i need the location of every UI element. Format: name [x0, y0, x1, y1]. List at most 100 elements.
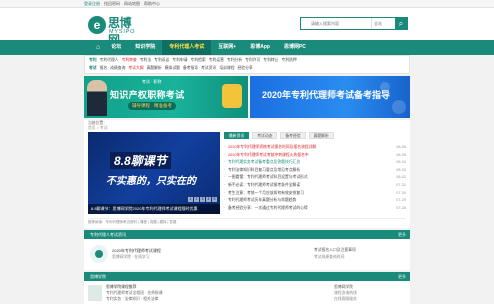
nav-item[interactable]: 互联网+ — [211, 40, 243, 55]
news-date: 08-03 — [396, 167, 406, 172]
nav-item[interactable]: 思博网PC — [277, 40, 313, 55]
slider-caption: 8.8聊课节：思博网学院2020年专利代理师考试课程限时优惠 — [88, 204, 220, 214]
subnav-link[interactable]: 经验分享 — [238, 66, 253, 71]
subnav-row-exam: 考试 报名 成绩查询 考试大纲 真题解析 模拟试题 备考指导 考试资讯 培训课程 经验分享 — [89, 66, 253, 71]
subnav-category[interactable]: 考试 — [89, 66, 97, 71]
top-link[interactable]: 登录注册 — [84, 1, 100, 6]
news-title[interactable]: 2020年专利代理师考试考前冲刺课程火热报名中 — [228, 152, 394, 160]
list-item[interactable]: 在线客服服务 — [334, 297, 357, 302]
list-item[interactable]: 考试报名入口及注意事项 — [314, 248, 356, 253]
site-logo[interactable]: e 思博网 MYSIPO — [88, 14, 140, 47]
slider-slogan: 不实惠的，只实在的 — [106, 176, 196, 187]
logo-mark-icon: e — [88, 16, 106, 34]
news-title[interactable]: 考生注意：考前一个月应该如何有效安排复习 — [228, 190, 394, 198]
subnav-link[interactable]: 考试资讯 — [201, 66, 216, 71]
search-input[interactable] — [301, 18, 371, 29]
banner-patent-agent-guide[interactable]: 2020年专利代理师考试备考指导 — [250, 76, 410, 118]
slider-page-button[interactable]: 1 — [188, 197, 193, 202]
subnav-link[interactable]: 模拟试题 — [165, 66, 180, 71]
section-academy: 思博学院 更多 思博学院课程推荐 专利代理师考试全程班 · 名师授课 专利实务 … — [84, 272, 410, 304]
news-title[interactable]: 备考经验分享：一次通过专利代理师考试的心得 — [228, 205, 394, 213]
list-item[interactable]: 思博学院课程推荐 — [106, 285, 136, 290]
nav-items: ⌂ 论坛 知识学院 专利代理人考试 互联网+ 思博App 思博网PC — [92, 40, 313, 55]
top-link[interactable]: 找回密码 — [104, 1, 120, 6]
subnav-link[interactable]: 真题解析 — [147, 66, 162, 71]
list-item[interactable]: 课程咨询热线 — [334, 291, 357, 296]
news-title[interactable]: 新手必读：专利代理师考试报考条件全解读 — [228, 182, 394, 190]
nav-item[interactable]: 思博App — [243, 40, 277, 55]
list-item[interactable]: 专利实务 · 法律知识 · 相关法律 — [106, 297, 158, 302]
subnav-link[interactable]: 专利检索 — [191, 58, 206, 63]
top-link[interactable]: 帮助中心 — [144, 1, 160, 6]
slider-page-button[interactable]: 4 — [206, 197, 211, 202]
news-item[interactable]: · 专利代理师考试历年真题分析与命题趋势 07-29 — [224, 197, 406, 205]
home-icon[interactable]: ⌂ — [92, 40, 104, 55]
banner-person-image — [87, 80, 107, 116]
slider-page-button[interactable]: 3 — [200, 197, 205, 202]
subnav-link[interactable]: 考试大纲 — [128, 66, 143, 71]
more-link[interactable]: 更多 — [398, 272, 406, 281]
news-title[interactable]: 2020年专利代理师资格考试报名时间及报名流程详解 — [228, 144, 394, 152]
news-title[interactable]: 专利代理实务考试备考重点及答题技巧汇总 — [228, 159, 394, 167]
subnav-category[interactable]: 专利 — [89, 58, 97, 63]
list-item[interactable]: 2020年专利代理师考试课程 — [112, 248, 161, 254]
news-tab[interactable]: 备考经验 — [280, 132, 306, 139]
news-title[interactable]: 一图看懂：专利代理师考试科目设置与考试形式 — [228, 174, 394, 182]
subnav-link[interactable]: 备考指导 — [183, 66, 198, 71]
top-link[interactable]: 网站地图 — [124, 1, 140, 6]
section-header: 思博学院 更多 — [84, 272, 410, 281]
top-bar: 登录注册 找回密码 网站地图 帮助中心 — [0, 0, 494, 8]
banner-subtitle: 辅导课程 · 精准备考 — [128, 102, 176, 110]
subnav-link[interactable]: 培训课程 — [219, 66, 234, 71]
list-item[interactable]: 专利代理师考试全程班 · 名师授课 — [106, 291, 163, 296]
subnav-link[interactable]: 专利法 — [140, 58, 151, 63]
decor-dot — [392, 100, 406, 114]
banner-ip-exam[interactable]: 考试 · 职称 知识产权职称考试 辅导课程 · 精准备考 — [84, 76, 248, 118]
logo-subtext: MYSIPO — [109, 29, 136, 35]
slider-page-button[interactable]: 5 — [212, 197, 217, 202]
list-item-sub: 思博网学院 · 在线学习 — [112, 255, 150, 259]
slider-page-button[interactable]: 2 — [194, 197, 199, 202]
subnav-link[interactable]: 专利许可 — [245, 58, 260, 63]
subnav-link[interactable]: 报名 — [100, 66, 108, 71]
news-title[interactable]: 专利法律知识科目复习要点及常见考点解析 — [228, 167, 394, 175]
list-item[interactable]: 考试成绩查询时间 — [314, 255, 344, 260]
nav-item[interactable]: 专利代理人考试 — [162, 40, 212, 55]
coin-stack-icon — [222, 84, 242, 108]
news-tabs: 最新资讯 考试动态 备考经验 真题解析 — [224, 132, 334, 139]
subnav-link[interactable]: 专利运营 — [209, 58, 224, 63]
news-item[interactable]: · 2020年专利代理师资格考试报名时间及报名流程详解 08-06 — [224, 144, 406, 152]
news-item[interactable]: · 2020年专利代理师考试考前冲刺课程火热报名中 08-05 — [224, 152, 406, 160]
subnav-link[interactable]: 专利质押 — [281, 58, 296, 63]
subnav-link[interactable]: 专利诉讼 — [154, 58, 169, 63]
news-item[interactable]: · 一图看懂：专利代理师考试科目设置与考试形式 08-02 — [224, 174, 406, 182]
nav-item[interactable]: 论坛 — [104, 40, 128, 55]
more-link[interactable]: 更多 — [398, 230, 406, 239]
sub-nav: 专利 专利代理人 专利审查 专利法 专利诉讼 专利申请 专利检索 专利运营 专利分析 专利许可 专利… — [84, 55, 410, 74]
subnav-link[interactable]: 专利审查 — [122, 58, 137, 63]
news-item[interactable]: · 备考经验分享：一次通过专利代理师考试的心得 07-28 — [224, 205, 406, 213]
course-thumbnail[interactable] — [88, 285, 102, 301]
subnav-link[interactable]: 专利代理人 — [100, 58, 119, 63]
nav-item[interactable]: 知识学院 — [128, 40, 162, 55]
subnav-link[interactable]: 成绩查询 — [110, 66, 125, 71]
news-item[interactable]: · 专利法律知识科目复习要点及常见考点解析 08-03 — [224, 167, 406, 175]
subnav-link[interactable]: 专利转让 — [263, 58, 278, 63]
breadcrumb[interactable]: 首页 > 考试 — [88, 126, 108, 131]
news-tab[interactable]: 真题解析 — [308, 132, 334, 139]
news-item[interactable]: · 新手必读：专利代理师考试报考条件全解读 07-31 — [224, 182, 406, 190]
news-item[interactable]: · 考生注意：考前一个月应该如何有效安排复习 07-30 — [224, 190, 406, 198]
news-date: 07-29 — [396, 198, 406, 203]
list-item[interactable]: 思博网学院 — [334, 285, 353, 290]
news-tab[interactable]: 考试动态 — [252, 132, 278, 139]
news-item[interactable]: · 专利代理实务考试备考重点及答题技巧汇总 08-04 — [224, 159, 406, 167]
banner-small-text: 考试 · 职称 — [142, 79, 162, 84]
subnav-row-patent: 专利 专利代理人 专利审查 专利法 专利诉讼 专利申请 专利检索 专利运营 专利分析 专利许可 专利… — [89, 58, 297, 63]
news-title[interactable]: 专利代理师考试历年真题分析与命题趋势 — [228, 197, 394, 205]
search-button[interactable]: ⌕ — [395, 18, 407, 29]
subnav-link[interactable]: 专利申请 — [172, 58, 187, 63]
news-tab[interactable]: 最新资讯 — [224, 132, 250, 139]
promo-slider[interactable]: 8.8聊课节 不实惠的，只实在的 12345 8.8聊课节：思博网学院2020年… — [88, 132, 220, 214]
search-scope-select[interactable]: 全站 — [371, 18, 395, 29]
subnav-link[interactable]: 专利分析 — [227, 58, 242, 63]
